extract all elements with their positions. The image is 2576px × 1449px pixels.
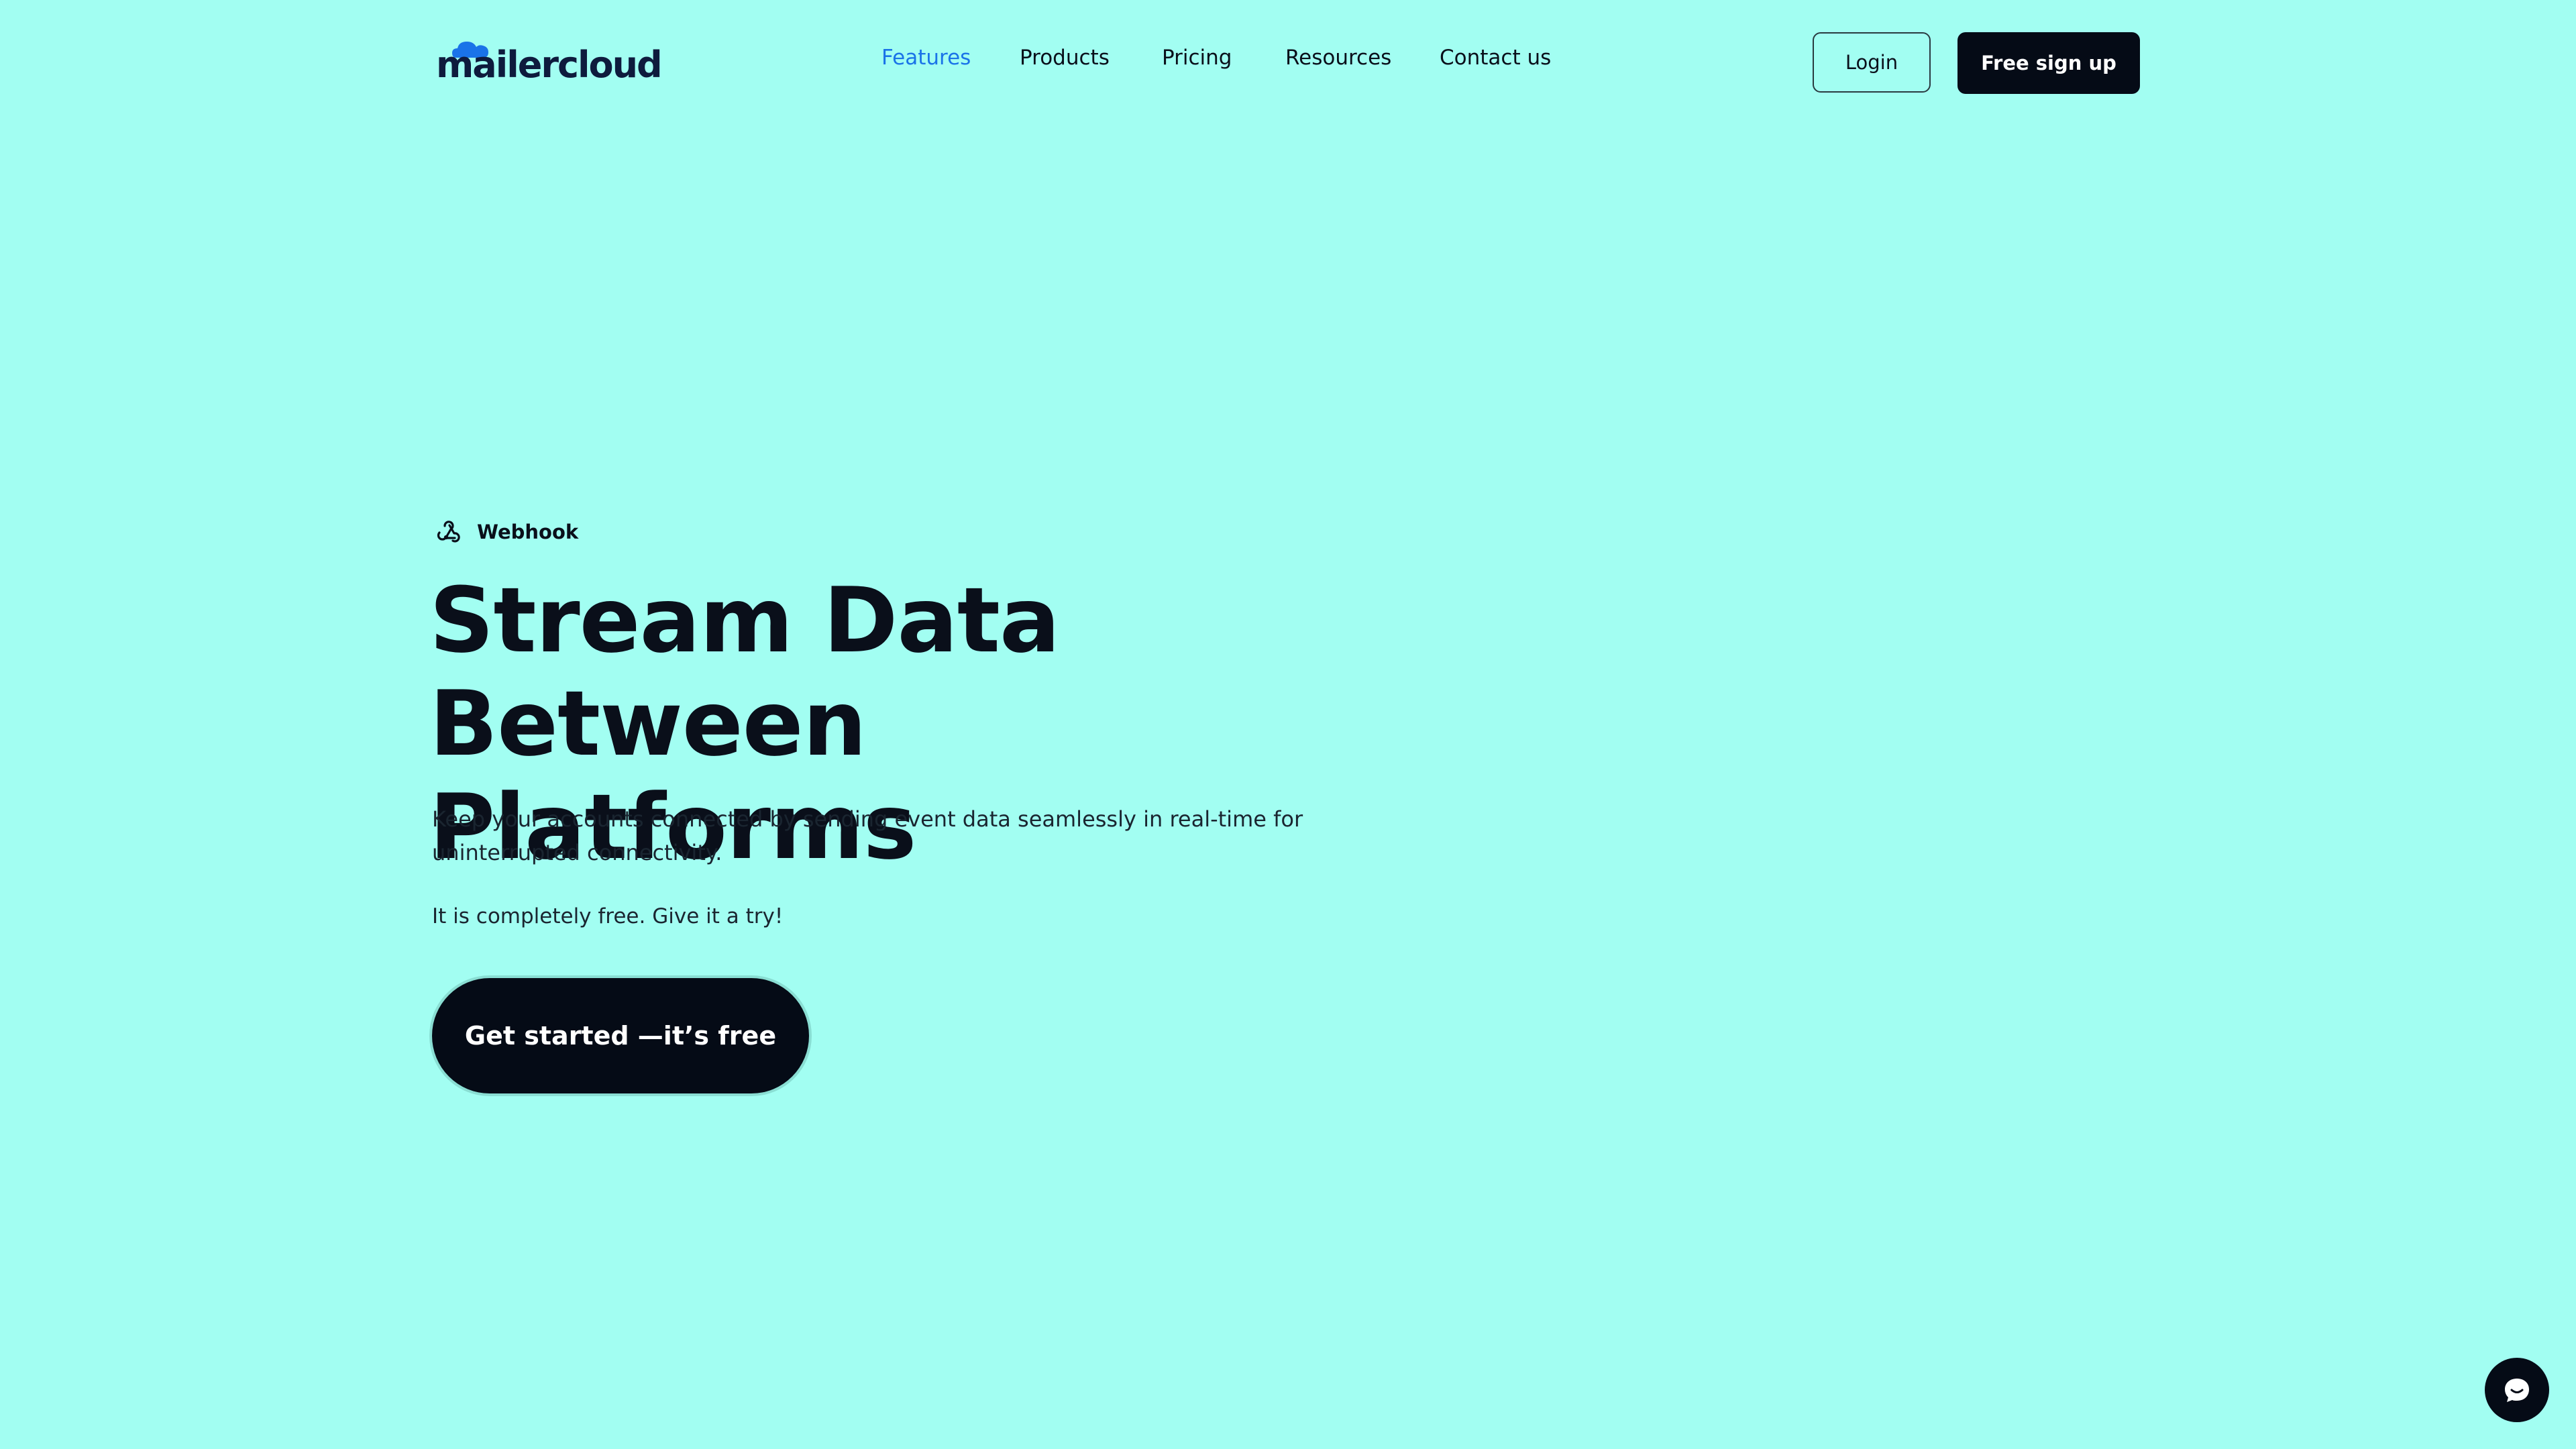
free-signup-button[interactable]: Free sign up	[1957, 32, 2140, 94]
chat-widget-button[interactable]	[2485, 1358, 2549, 1422]
logo-text: mailercloud	[436, 44, 663, 86]
free-note: It is completely free. Give it a try!	[432, 904, 784, 928]
nav-pricing[interactable]: Pricing	[1162, 46, 1232, 70]
hero-description: Keep your accounts connected by sending …	[432, 806, 1303, 865]
headline-line-1: Stream Data Between	[429, 568, 1060, 776]
nav-features[interactable]: Features	[881, 46, 971, 70]
feature-label: Webhook	[477, 521, 579, 543]
chat-icon	[2505, 1379, 2529, 1402]
mailercloud-logo[interactable]: mailercloud	[436, 38, 663, 85]
get-started-button[interactable]: Get started —it’s free	[432, 978, 809, 1093]
page: mailercloud Features Products Pricing Re…	[0, 0, 2576, 1449]
nav-contact-us[interactable]: Contact us	[1440, 46, 1551, 70]
webhook-icon	[437, 521, 460, 543]
feature-eyebrow: Webhook	[433, 517, 578, 547]
login-button[interactable]: Login	[1813, 32, 1931, 93]
nav-products[interactable]: Products	[1020, 46, 1110, 70]
nav-resources[interactable]: Resources	[1285, 46, 1391, 70]
